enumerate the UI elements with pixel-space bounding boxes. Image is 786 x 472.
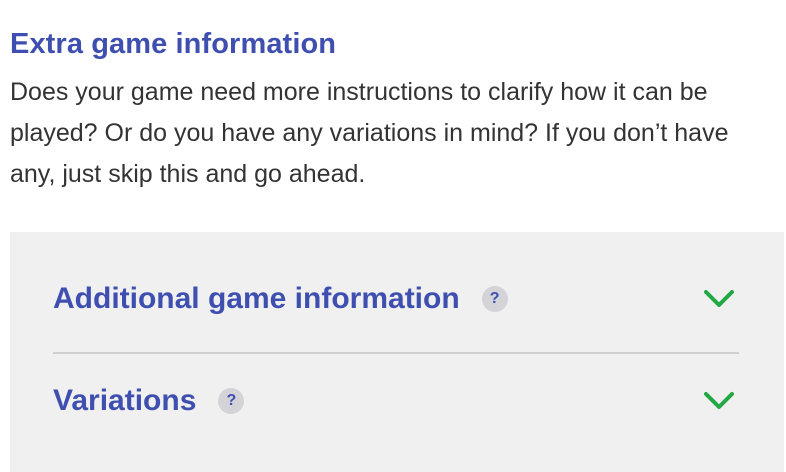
- section-description: Does your game need more instructions to…: [10, 78, 729, 188]
- chevron-down-icon[interactable]: [703, 289, 735, 309]
- accordion-item-additional-game-information[interactable]: Additional game information ?: [53, 274, 739, 324]
- help-icon[interactable]: ?: [218, 388, 245, 414]
- divider: [53, 352, 739, 354]
- accordion-item-variations[interactable]: Variations ?: [53, 376, 739, 426]
- accordion-panel: Additional game information ? Variations…: [10, 232, 784, 472]
- page: Extra game information Does your game ne…: [0, 0, 786, 472]
- accordion-item-label: Variations: [53, 384, 197, 417]
- accordion-item-label: Additional game information: [53, 282, 460, 315]
- section-title: Extra game information: [10, 28, 337, 60]
- chevron-down-icon[interactable]: [703, 391, 735, 411]
- help-icon[interactable]: ?: [481, 286, 508, 312]
